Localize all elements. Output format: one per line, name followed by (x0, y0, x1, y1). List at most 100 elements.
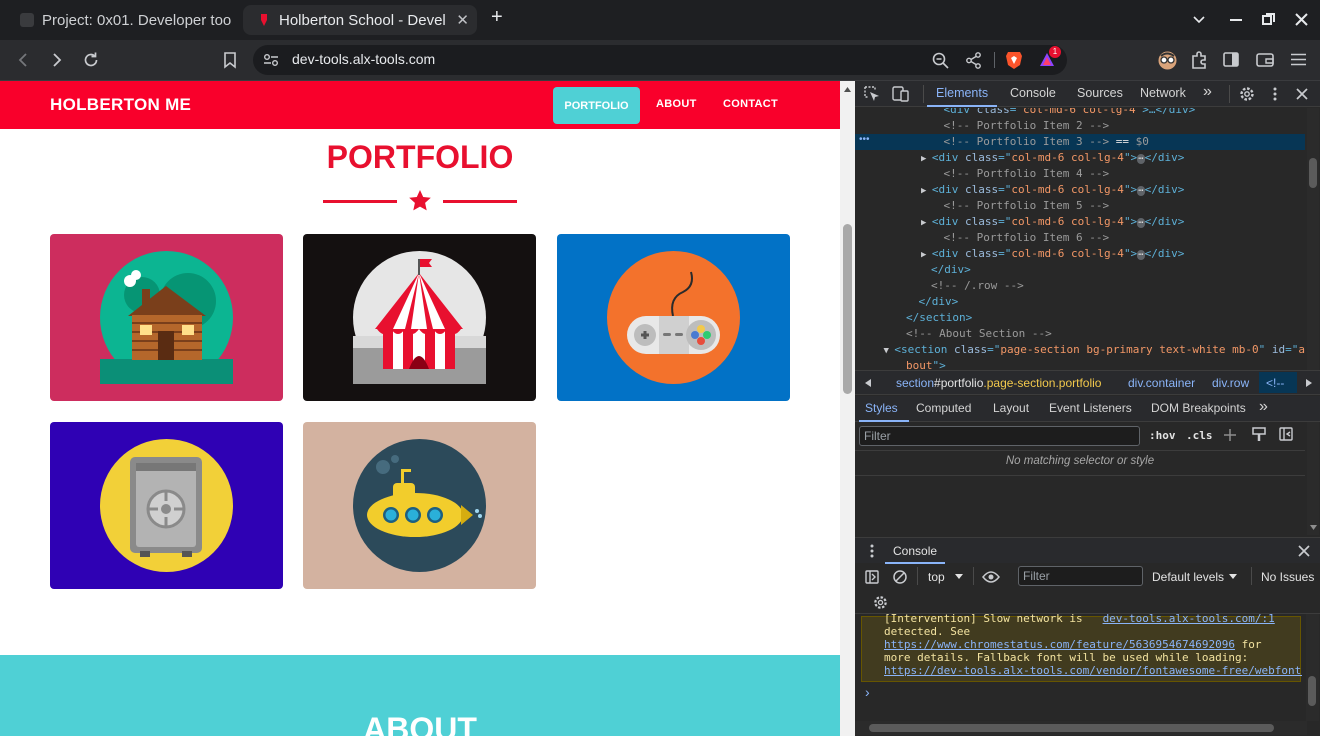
dom-tree-line[interactable]: ▶ <div class="col-md-6 col-lg-4">⋯</div> (921, 246, 1184, 263)
expand-arrow-icon[interactable]: ▶ (921, 154, 932, 164)
console-sidebar-icon[interactable] (865, 570, 879, 584)
dom-tree-line[interactable]: bout"> (906, 358, 946, 370)
console-scrollbar[interactable] (1306, 614, 1319, 721)
drawer-menu-icon[interactable] (870, 544, 874, 558)
log-levels-dropdown[interactable]: Default levels (1152, 570, 1224, 584)
expand-arrow-icon[interactable]: ▶ (921, 218, 932, 228)
styles-tab-styles[interactable]: Styles (865, 401, 898, 415)
new-tab-button[interactable]: + (491, 6, 503, 29)
dom-tree-line[interactable]: <!-- Portfolio Item 6 --> (944, 230, 1110, 246)
dom-tree-line[interactable]: <!-- /.row --> (931, 278, 1024, 294)
collapsed-content-ellipsis-icon[interactable]: ⋯ (1137, 154, 1145, 164)
breadcrumb-container[interactable]: div.container (1128, 376, 1195, 390)
portfolio-item-3[interactable] (557, 234, 790, 401)
portfolio-item-5[interactable] (303, 422, 536, 589)
live-expression-eye-icon[interactable] (982, 571, 1000, 583)
extensions-icon[interactable] (1190, 51, 1208, 69)
bookmark-icon[interactable] (223, 51, 237, 69)
devtools-tab-network[interactable]: Network (1140, 86, 1186, 100)
devtools-tab-elements[interactable]: Elements (936, 86, 988, 100)
collapse-arrow-icon[interactable]: ▼ (884, 346, 895, 356)
portfolio-item-1[interactable] (50, 234, 283, 401)
paint-brush-icon[interactable] (1252, 427, 1266, 442)
sidebar-icon[interactable] (1223, 52, 1239, 67)
nav-link-portfolio[interactable]: PORTFOLIO (553, 87, 640, 124)
close-window-icon[interactable] (1295, 13, 1308, 26)
console-drawer-tab[interactable]: Console (893, 544, 937, 558)
dom-tree-line[interactable]: <!-- About Section --> (906, 326, 1052, 342)
address-bar[interactable]: dev-tools.alx-tools.com 1 (253, 45, 1067, 75)
console-hscrollbar[interactable] (855, 721, 1307, 735)
expand-arrow-icon[interactable]: ▶ (921, 250, 932, 260)
dom-tree-line[interactable]: </section> (906, 310, 972, 326)
clear-console-icon[interactable] (893, 570, 907, 584)
dom-tree-line[interactable]: ▶ <div class="col-md-6 col-lg-4">⋯</div> (921, 182, 1184, 199)
styles-scrollbar[interactable] (1307, 422, 1319, 535)
elements-scrollbar[interactable] (1307, 108, 1319, 370)
portfolio-item-4[interactable] (50, 422, 283, 589)
dom-tree-line[interactable]: <!-- Portfolio Item 4 --> (944, 166, 1110, 182)
tab-search-icon[interactable] (1192, 13, 1206, 27)
dom-tree-line[interactable]: <div class="col-md-6 col-lg-4">…</div> (944, 108, 1196, 118)
collapsed-content-ellipsis-icon[interactable]: ⋯ (1137, 218, 1145, 228)
styles-filter-input[interactable]: Filter (859, 426, 1140, 446)
collapsed-content-ellipsis-icon[interactable]: ⋯ (1137, 186, 1145, 196)
breadcrumb-right-icon[interactable] (1306, 379, 1312, 387)
url-text[interactable]: dev-tools.alx-tools.com (292, 51, 435, 67)
styles-tab-computed[interactable]: Computed (916, 401, 971, 415)
more-styles-tabs-icon[interactable]: » (1259, 398, 1268, 416)
breadcrumb-section[interactable]: section#portfolio.page-section.portfolio (896, 376, 1101, 390)
console-scrollbar-thumb[interactable] (1308, 676, 1316, 706)
styles-tab-dom-breakpoints[interactable]: DOM Breakpoints (1151, 401, 1246, 415)
dom-tree-line[interactable]: <!-- Portfolio Item 2 --> (944, 118, 1110, 134)
breadcrumb-left-icon[interactable] (865, 379, 871, 387)
site-info-icon[interactable] (263, 53, 279, 67)
extension-avatar-icon[interactable] (1158, 51, 1177, 70)
expand-arrow-icon[interactable]: ▶ (921, 186, 932, 196)
close-tab-icon[interactable]: ✕ (456, 11, 469, 29)
console-prompt[interactable]: › (865, 684, 870, 700)
elements-dom-tree[interactable]: <div class="col-md-6 col-lg-4">…</div> <!… (855, 108, 1305, 370)
share-icon[interactable] (966, 52, 982, 69)
close-devtools-icon[interactable] (1296, 88, 1308, 100)
dom-tree-line[interactable]: </div> (931, 262, 971, 278)
forward-icon[interactable] (50, 52, 64, 68)
reload-icon[interactable] (82, 51, 100, 69)
kebab-menu-icon[interactable] (1273, 87, 1277, 101)
dropdown-arrow-icon[interactable] (955, 574, 963, 579)
dom-tree-line[interactable]: ▶ <div class="col-md-6 col-lg-4">⋯</div> (921, 150, 1184, 167)
console-settings-icon[interactable] (873, 595, 888, 610)
nav-link-contact[interactable]: CONTACT (723, 98, 778, 110)
hov-toggle[interactable]: :hov (1149, 429, 1176, 442)
font-url-link[interactable]: https://dev-tools.alx-tools.com/vendor/f… (884, 664, 1302, 677)
dom-tree-line[interactable]: <!-- Portfolio Item 5 --> (944, 198, 1110, 214)
issues-counter[interactable]: No Issues (1261, 570, 1314, 584)
new-style-rule-icon[interactable] (1223, 428, 1237, 442)
dom-tree-line[interactable]: ▼ <section class="page-section bg-primar… (884, 342, 1305, 359)
breadcrumb-current[interactable]: <!-- (1259, 372, 1297, 393)
zoom-icon[interactable] (932, 52, 949, 69)
elements-scrollbar-thumb[interactable] (1309, 158, 1317, 188)
minimize-icon[interactable] (1230, 19, 1242, 21)
toggle-sidebar-icon[interactable] (1279, 427, 1293, 441)
nav-link-about[interactable]: ABOUT (656, 98, 697, 110)
portfolio-item-2[interactable] (303, 234, 536, 401)
styles-tab-layout[interactable]: Layout (993, 401, 1029, 415)
selected-node-ellipsis-icon[interactable]: ••• (859, 134, 870, 145)
devtools-tab-console[interactable]: Console (1010, 86, 1056, 100)
dom-tree-line[interactable]: </div> (919, 294, 959, 310)
browser-tab-holberton[interactable]: Holberton School - Devel ✕ (243, 5, 477, 35)
console-filter-input[interactable]: Filter (1018, 566, 1143, 586)
more-tabs-icon[interactable]: » (1203, 83, 1212, 101)
context-selector[interactable]: top (928, 570, 945, 584)
message-source-link[interactable]: dev-tools.alx-tools.com/:1 (1103, 612, 1275, 625)
cls-toggle[interactable]: .cls (1186, 429, 1213, 442)
scroll-up-icon[interactable] (844, 87, 851, 92)
browser-tab-project[interactable]: Project: 0x01. Developer too (6, 5, 238, 35)
restore-icon[interactable] (1262, 13, 1275, 26)
close-drawer-icon[interactable] (1298, 545, 1310, 557)
brave-shield-icon[interactable] (1005, 50, 1023, 70)
site-brand[interactable]: HOLBERTON ME (50, 95, 191, 115)
dom-tree-line[interactable]: <!-- Portfolio Item 3 --> == $0 (944, 134, 1149, 150)
dom-tree-line[interactable]: ▶ <div class="col-md-6 col-lg-4">⋯</div> (921, 214, 1184, 231)
